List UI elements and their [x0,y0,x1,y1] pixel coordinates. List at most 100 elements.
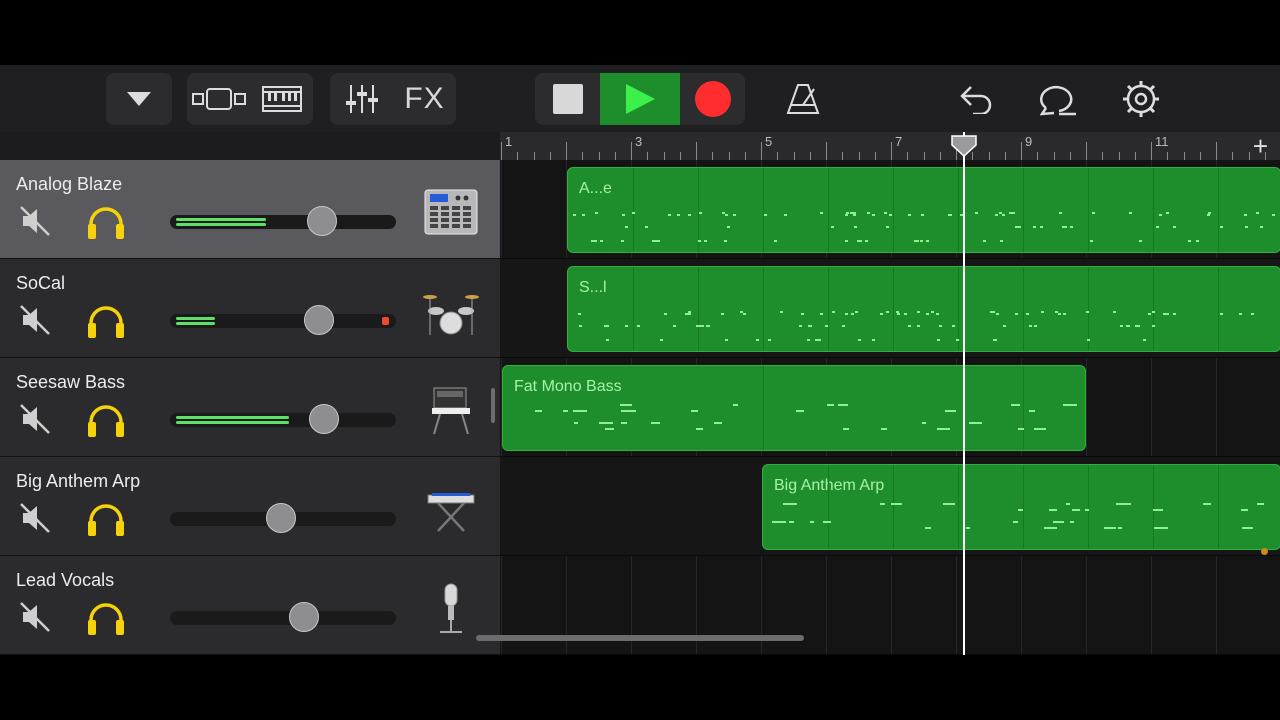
tracks-area[interactable]: A...e S...l Fat Mono Bass Big Anthem Arp [500,160,1280,655]
midi-note [664,313,668,315]
midi-note [837,404,848,406]
midi-note [1242,527,1254,529]
solo-button[interactable] [86,206,126,245]
midi-note [605,428,615,430]
headphones-icon [88,207,124,239]
instrument-icon[interactable] [422,384,480,436]
midi-note [1241,509,1249,511]
solo-button[interactable] [86,404,126,443]
midi-note [1220,313,1224,315]
midi-note [599,240,603,242]
ruler-bar-tick [631,142,632,160]
record-button[interactable] [680,73,745,125]
mute-button[interactable] [18,303,52,342]
volume-slider[interactable] [170,602,396,632]
midi-note [897,313,901,315]
tracks-view-icon [191,88,246,110]
midi-note [989,311,993,313]
volume-knob[interactable] [289,602,320,632]
volume-knob[interactable] [308,404,339,434]
mix-button-group: FX [330,73,456,125]
midi-note [831,226,835,228]
solo-button[interactable] [86,305,126,344]
ruler-beat-tick [1102,152,1104,160]
ruler-bar-tick [696,142,697,160]
horizontal-scrollbar[interactable] [476,635,804,641]
loop-browser-button[interactable] [1030,73,1088,125]
track-header[interactable]: Lead Vocals [0,556,500,655]
volume-slider[interactable] [170,404,396,434]
clip-indicator [382,317,389,325]
fx-button[interactable]: FX [393,73,456,125]
level-meter-right [176,421,290,424]
solo-button[interactable] [86,602,126,641]
settings-button[interactable] [1113,73,1169,125]
midi-note [974,212,978,214]
instrument-icon[interactable] [422,186,480,238]
vertical-scrollbar[interactable] [491,388,495,423]
region-loop-divider [1218,168,1219,252]
midi-note [926,313,930,315]
tracks-view-button[interactable] [187,73,250,125]
midi-note [845,212,849,214]
midi-note [818,339,822,341]
ruler-beat-tick [1232,152,1234,160]
track-header[interactable]: Big Anthem Arp [0,457,500,556]
volume-knob[interactable] [304,305,335,335]
midi-note [825,325,829,327]
midi-note [1137,325,1141,327]
playhead-handle[interactable] [950,135,977,157]
track-name: Lead Vocals [16,570,115,590]
mute-button[interactable] [18,204,52,243]
volume-knob[interactable] [265,503,296,533]
audio-region[interactable]: Fat Mono Bass [502,365,1086,451]
instrument-icon[interactable] [422,483,480,535]
mixer-button[interactable] [330,73,393,125]
track-header[interactable]: SoCal [0,259,500,358]
ruler-bar-number: 7 [895,134,903,149]
undo-button[interactable] [948,73,1004,125]
play-button[interactable] [600,73,680,125]
track-header[interactable]: Seesaw Bass [0,358,500,457]
level-meter-right [176,322,215,325]
midi-note [1069,521,1074,523]
browser-toggle-button[interactable] [106,73,172,125]
level-meter-left [176,218,266,221]
stop-button[interactable] [535,73,600,125]
volume-knob[interactable] [306,206,337,236]
audio-region[interactable]: Big Anthem Arp [762,464,1280,550]
audio-region[interactable]: A...e [567,167,1280,253]
solo-button[interactable] [86,503,126,542]
midi-note [871,339,875,341]
ruler-beat-tick [1183,152,1185,160]
playhead-line[interactable] [962,132,965,655]
ruler-beat-tick [1248,152,1250,160]
region-loop-divider [633,267,634,351]
instrument-icon[interactable] [422,582,480,634]
track-header[interactable]: Analog Blaze [0,160,500,259]
volume-slider[interactable] [170,206,396,236]
track-view-button[interactable] [250,73,313,125]
midi-note [1040,311,1044,313]
volume-slider[interactable] [170,503,396,533]
midi-note [886,226,890,228]
midi-note [864,240,868,242]
ruler-beat-tick [582,152,584,160]
midi-note [620,422,627,424]
region-loop-divider [1153,267,1154,351]
speaker-muted-icon [20,404,50,434]
ruler-bar-number: 1 [505,134,513,149]
volume-slider[interactable] [170,305,396,335]
midi-note [1152,509,1163,511]
instrument-icon[interactable] [422,285,480,337]
mute-button[interactable] [18,402,52,441]
midi-note [841,325,845,327]
midi-note [652,240,656,242]
midi-note [1166,212,1170,214]
mute-button[interactable] [18,600,52,639]
midi-note [573,214,577,216]
mute-button[interactable] [18,501,52,540]
audio-region[interactable]: S...l [567,266,1280,352]
timeline-ruler[interactable]: + 1 3 5 7 9 11 [500,132,1280,161]
metronome-button[interactable] [775,73,831,125]
